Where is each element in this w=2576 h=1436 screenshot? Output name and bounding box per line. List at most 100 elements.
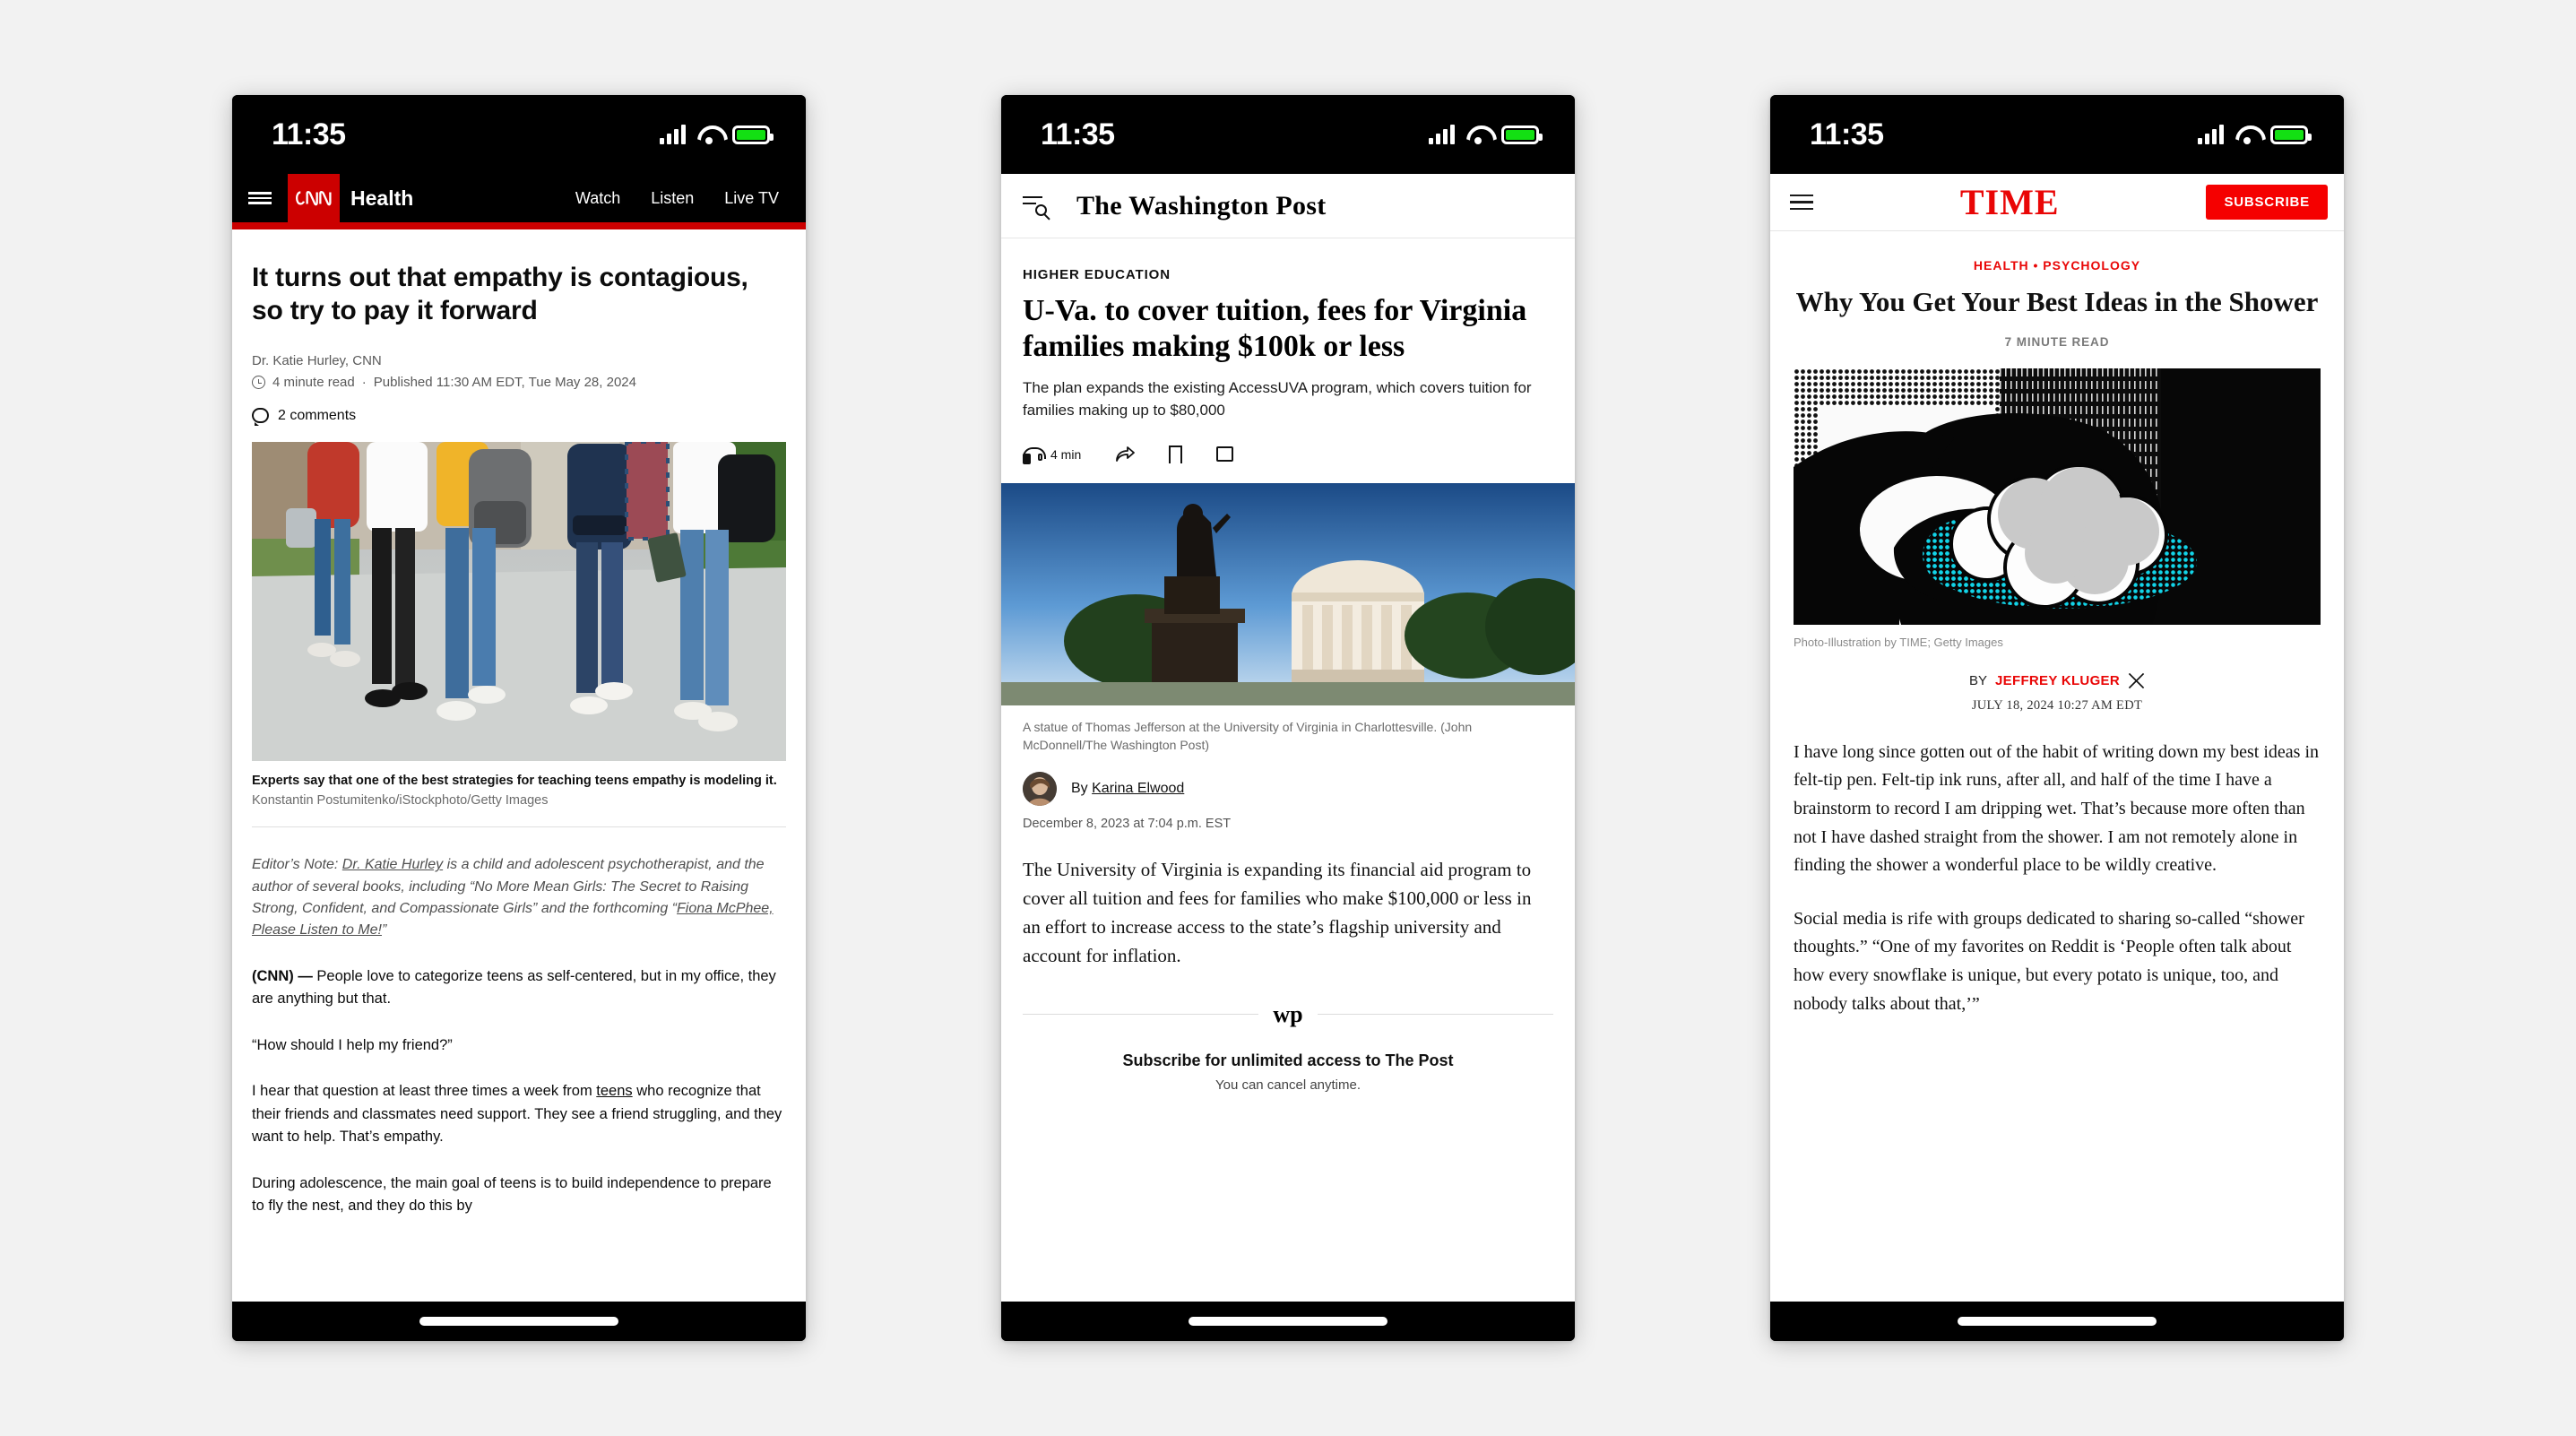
- headphones-icon: [1023, 447, 1046, 464]
- editors-note: Editor’s Note: Dr. Katie Hurley is a chi…: [252, 854, 786, 941]
- meta-separator: ·: [361, 374, 367, 390]
- article-paragraph: I hear that question at least three time…: [252, 1080, 786, 1149]
- image-credit: Photo-Illustration by TIME; Getty Images: [1794, 635, 2003, 649]
- inline-link-teens[interactable]: teens: [596, 1083, 632, 1099]
- article-hero-image: [252, 441, 786, 761]
- subscribe-promo[interactable]: Subscribe for unlimited access to The Po…: [1023, 1051, 1553, 1093]
- share-arrow-icon[interactable]: [1115, 446, 1136, 463]
- article-paragraph: Social media is rife with groups dedicat…: [1794, 908, 2304, 1014]
- paragraph-text: I hear that question at least three time…: [252, 1083, 597, 1100]
- wapo-masthead[interactable]: The Washington Post: [1076, 191, 1327, 221]
- article-headline: U-Va. to cover tuition, fees for Virgini…: [1023, 294, 1527, 364]
- article-date: December 8, 2023 at 7:04 p.m. EST: [1023, 817, 1232, 832]
- byline-author-link[interactable]: Karina Elwood: [1092, 781, 1184, 796]
- phone-mockup-time: 11:35 TIME SUBSCRIBE HEALTH • PSYCHOLOGY…: [1770, 95, 2344, 1341]
- subscribe-note: You can cancel anytime.: [1215, 1077, 1361, 1093]
- article-paragraph: “How should I help my friend?”: [252, 1036, 453, 1053]
- home-indicator[interactable]: [419, 1317, 618, 1326]
- cnn-logo[interactable]: [288, 174, 340, 222]
- bookmark-icon[interactable]: [1169, 445, 1186, 471]
- article-action-bar: 4 min: [1023, 445, 1553, 483]
- cellular-bars-icon: [2198, 125, 2224, 144]
- hamburger-menu-icon[interactable]: [1790, 190, 1813, 215]
- menu-search-icon[interactable]: [1023, 195, 1053, 218]
- article-paragraph: The University of Virginia is expanding …: [1023, 859, 1532, 966]
- clock-icon: [252, 375, 265, 389]
- paragraph-lead: (CNN) —: [252, 967, 317, 984]
- comments-link[interactable]: 2 comments: [252, 407, 786, 427]
- published-date: Published 11:30 AM EDT, Tue May 28, 2024: [373, 374, 636, 390]
- subscribe-title: Subscribe for unlimited access to The Po…: [1122, 1051, 1454, 1069]
- home-indicator-area: [1770, 1302, 2344, 1341]
- byline-prefix: BY: [1969, 672, 1988, 688]
- status-bar-icons: [1429, 125, 1543, 144]
- cnn-nav-links: Watch Listen Live TV: [575, 174, 806, 222]
- hamburger-menu-icon[interactable]: [232, 174, 288, 222]
- phone-mockup-cnn: 11:35 Health Watch Listen Live TV It tur…: [232, 95, 806, 1341]
- home-indicator[interactable]: [1958, 1317, 2157, 1326]
- avatar: [1023, 772, 1057, 807]
- wifi-icon: [697, 125, 721, 144]
- status-bar: 11:35: [1001, 95, 1575, 174]
- image-caption: A statue of Thomas Jefferson at the Univ…: [1023, 719, 1473, 752]
- status-bar-time: 11:35: [272, 117, 346, 151]
- editors-note-suffix: ”: [381, 922, 387, 939]
- phone-mockup-washington-post: 11:35 The Washington Post HIGHER EDUCATI…: [1001, 95, 1575, 1341]
- subscribe-button[interactable]: SUBSCRIBE: [2206, 185, 2328, 220]
- wapo-article: HIGHER EDUCATION U-Va. to cover tuition,…: [1001, 267, 1575, 1093]
- caption-credit: Konstantin Postumitenko/iStockphoto/Gett…: [252, 792, 549, 808]
- image-caption: Experts say that one of the best strateg…: [252, 772, 786, 828]
- read-time: 4 minute read: [272, 374, 355, 390]
- article-kicker[interactable]: HEALTH • PSYCHOLOGY: [1794, 258, 2321, 272]
- cellular-bars-icon: [660, 125, 686, 144]
- wapo-navbar: The Washington Post: [1001, 174, 1575, 238]
- time-navbar: TIME SUBSCRIBE: [1770, 174, 2344, 231]
- section-divider: wp: [1023, 1001, 1553, 1028]
- wifi-icon: [2235, 125, 2259, 144]
- comment-bubble-icon: [252, 408, 269, 427]
- listen-button[interactable]: 4 min: [1023, 446, 1082, 464]
- article-paragraph: (CNN) — People love to categorize teens …: [252, 965, 786, 1011]
- article-headline: Why You Get Your Best Ideas in the Showe…: [1795, 286, 2319, 317]
- status-bar: 11:35: [232, 95, 806, 174]
- cellular-bars-icon: [1429, 125, 1455, 144]
- nav-link-listen[interactable]: Listen: [651, 189, 694, 208]
- editors-note-prefix: Editor’s Note:: [252, 857, 342, 873]
- editors-note-author-link[interactable]: Dr. Katie Hurley: [342, 857, 443, 872]
- cnn-screen: Health Watch Listen Live TV It turns out…: [232, 174, 806, 1302]
- byline-text: By Karina Elwood: [1071, 781, 1184, 797]
- cnn-article: It turns out that empathy is contagious,…: [232, 262, 806, 1218]
- nav-link-watch[interactable]: Watch: [575, 189, 620, 208]
- nav-link-live-tv[interactable]: Live TV: [724, 189, 779, 208]
- article-date: JULY 18, 2024 10:27 AM EDT: [1971, 697, 2143, 713]
- comment-icon[interactable]: [1216, 446, 1234, 462]
- wapo-screen: The Washington Post HIGHER EDUCATION U-V…: [1001, 174, 1575, 1302]
- status-bar-time: 11:35: [1810, 117, 1884, 151]
- home-indicator[interactable]: [1189, 1317, 1387, 1326]
- battery-full-icon: [732, 125, 774, 144]
- paragraph-text: People love to categorize teens as self-…: [252, 967, 776, 1008]
- home-indicator-area: [1001, 1302, 1575, 1341]
- screenshot-stage: 11:35 Health Watch Listen Live TV It tur…: [0, 0, 2576, 1436]
- article-meta: 4 minute read · Published 11:30 AM EDT, …: [252, 375, 786, 390]
- byline-author-link[interactable]: JEFFREY KLUGER: [1995, 673, 2120, 688]
- status-bar: 11:35: [1770, 95, 2344, 174]
- x-twitter-icon[interactable]: [2128, 672, 2145, 689]
- home-indicator-area: [232, 1302, 806, 1341]
- article-paragraph: I have long since gotten out of the habi…: [1794, 741, 2319, 876]
- read-time: 7 MINUTE READ: [2004, 334, 2110, 349]
- listen-duration: 4 min: [1050, 446, 1082, 462]
- time-article: HEALTH • PSYCHOLOGY Why You Get Your Bes…: [1770, 258, 2344, 1018]
- article-kicker[interactable]: HIGHER EDUCATION: [1023, 267, 1553, 282]
- article-deck: The plan expands the existing AccessUVA …: [1023, 379, 1532, 419]
- article-hero-image: [1001, 482, 1575, 705]
- battery-full-icon: [2270, 125, 2312, 144]
- article-hero-image: [1794, 368, 2321, 625]
- time-logo[interactable]: TIME: [1960, 184, 2060, 221]
- status-bar-icons: [2198, 125, 2312, 144]
- article-paragraph: During adolescence, the main goal of tee…: [252, 1174, 772, 1215]
- comments-count: 2 comments: [278, 407, 357, 423]
- wp-logo-glyph: wp: [1273, 1000, 1303, 1027]
- wifi-icon: [1466, 125, 1490, 144]
- cnn-navbar: Health Watch Listen Live TV: [232, 174, 806, 229]
